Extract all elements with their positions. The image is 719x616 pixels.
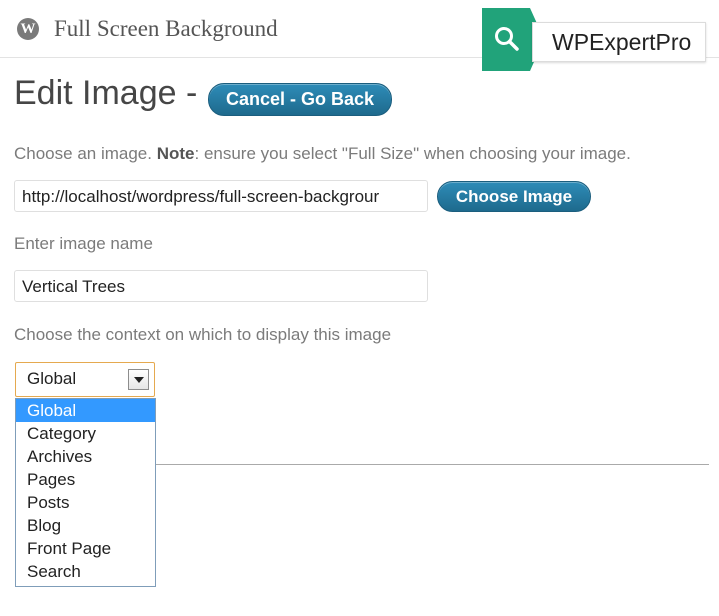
section-divider xyxy=(156,464,709,465)
context-option-global[interactable]: Global xyxy=(16,399,155,422)
context-option-search[interactable]: Search xyxy=(16,560,155,583)
wordpress-logo-icon: W xyxy=(17,18,39,40)
search-icon xyxy=(482,8,530,71)
context-option-posts[interactable]: Posts xyxy=(16,491,155,514)
context-selected-value: Global xyxy=(27,369,77,388)
image-name-label: Enter image name xyxy=(14,234,153,253)
badge-text: WPExpertPro xyxy=(552,29,692,55)
context-option-pages[interactable]: Pages xyxy=(16,468,155,491)
choose-image-instruction: Choose an image. Note: ensure you select… xyxy=(14,144,631,164)
context-option-front-page[interactable]: Front Page xyxy=(16,537,155,560)
page-title: Edit Image - xyxy=(14,74,198,112)
cancel-go-back-button[interactable]: Cancel - Go Back xyxy=(208,83,392,116)
context-dropdown-list[interactable]: Global Category Archives Pages Posts Blo… xyxy=(15,398,156,587)
context-option-category[interactable]: Category xyxy=(16,422,155,445)
image-url-input[interactable]: http://localhost/wordpress/full-screen-b… xyxy=(14,180,428,212)
instruction-prefix: Choose an image. xyxy=(14,144,152,163)
context-option-blog[interactable]: Blog xyxy=(16,514,155,537)
note-label: Note xyxy=(156,144,195,163)
chevron-down-icon[interactable] xyxy=(128,369,149,390)
context-label: Choose the context on which to display t… xyxy=(14,325,392,344)
context-select[interactable]: Global xyxy=(15,362,155,397)
note-text: : ensure you select "Full Size" when cho… xyxy=(194,144,631,163)
plugin-title: Full Screen Background xyxy=(54,16,278,41)
choose-image-button[interactable]: Choose Image xyxy=(437,181,591,212)
watermark-badge: WPExpertPro xyxy=(482,8,706,71)
image-name-input[interactable]: Vertical Trees xyxy=(14,270,428,302)
context-option-archives[interactable]: Archives xyxy=(16,445,155,468)
